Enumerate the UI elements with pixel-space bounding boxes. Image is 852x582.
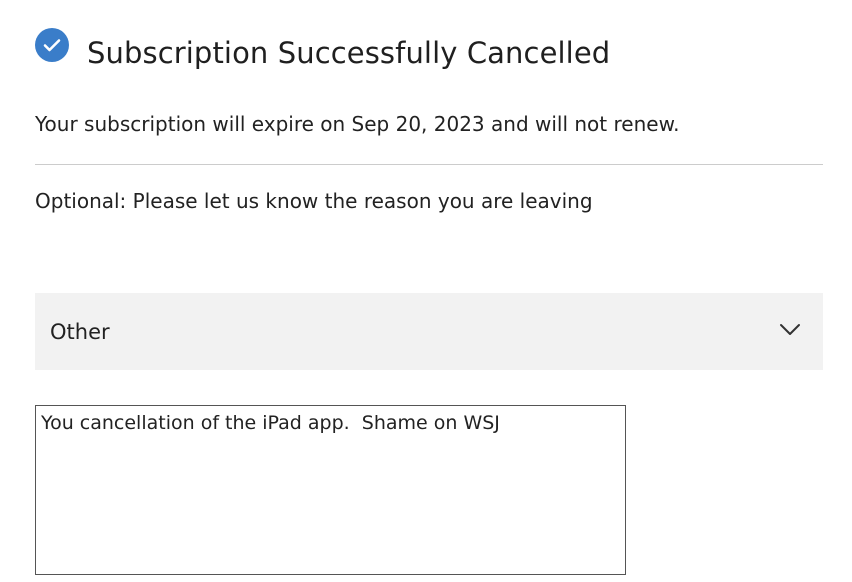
check-circle-icon	[35, 28, 69, 62]
expiration-message: Your subscription will expire on Sep 20,…	[35, 112, 680, 136]
divider	[35, 164, 823, 165]
confirmation-header: Subscription Successfully Cancelled	[35, 28, 611, 70]
reason-select-value: Other	[50, 319, 110, 344]
chevron-down-icon	[779, 322, 801, 341]
reason-comment-textarea[interactable]: You cancellation of the iPad app. Shame …	[35, 405, 626, 575]
reason-select[interactable]: Other	[35, 293, 823, 370]
page-title: Subscription Successfully Cancelled	[87, 36, 611, 70]
reason-prompt-label: Optional: Please let us know the reason …	[35, 189, 593, 213]
